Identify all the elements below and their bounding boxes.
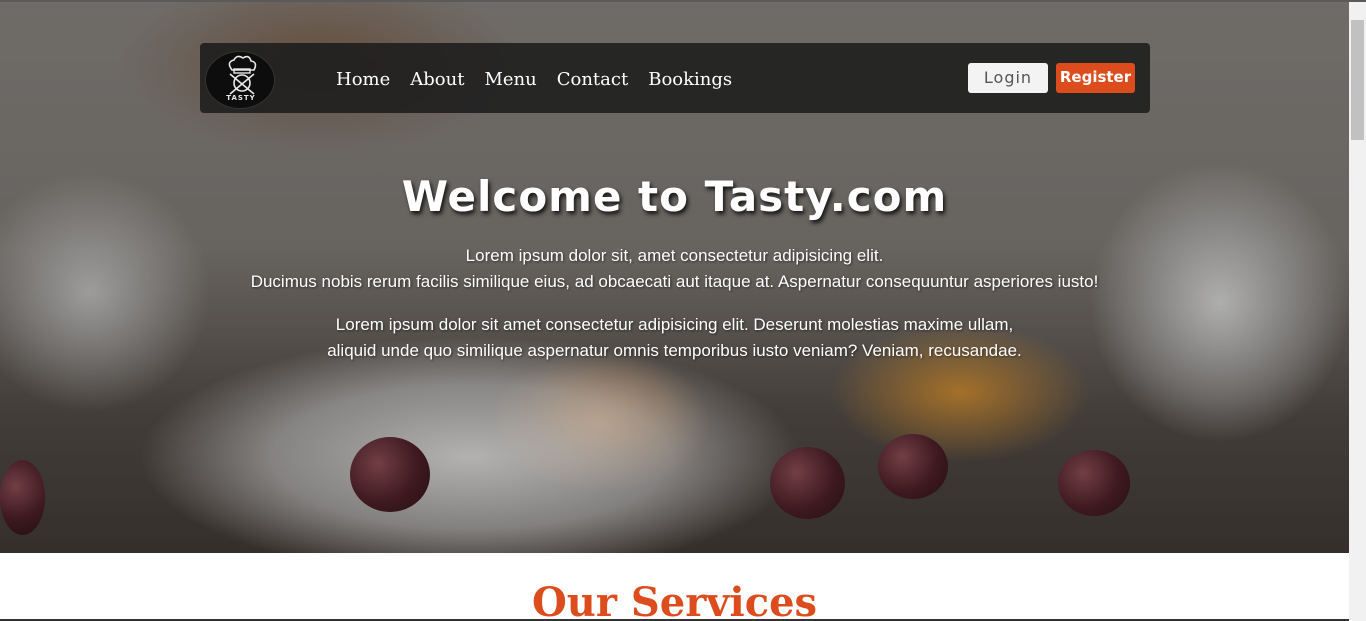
hero-paragraph-1-line-1: Lorem ipsum dolor sit, amet consectetur … [465, 246, 884, 265]
scrollbar-thumb[interactable] [1351, 20, 1364, 140]
hero-paragraph-1-line-2: Ducimus nobis rerum facilis similique ei… [250, 272, 1099, 291]
brand-logo[interactable]: TASTY [205, 51, 275, 109]
hero-paragraph-1: Lorem ipsum dolor sit, amet consectetur … [0, 243, 1349, 295]
hero-paragraph-2-line-2: aliquid unde quo similique aspernatur om… [327, 341, 1022, 360]
nav-link-contact[interactable]: Contact [557, 69, 628, 91]
hero-paragraph-2-line-1: Lorem ipsum dolor sit amet consectetur a… [335, 315, 1014, 334]
logo-text: TASTY [226, 94, 256, 102]
hero-paragraph-2: Lorem ipsum dolor sit amet consectetur a… [0, 312, 1349, 364]
nav-link-about[interactable]: About [410, 69, 464, 91]
hero-title: Welcome to Tasty.com [401, 172, 948, 221]
nav-link-menu[interactable]: Menu [484, 69, 536, 91]
navbar: TASTY Home About Menu Contact Bookings L… [200, 43, 1150, 113]
services-title: Our Services [531, 579, 818, 621]
login-button[interactable]: Login [968, 63, 1048, 93]
nav-links: Home About Menu Contact Bookings [336, 69, 752, 91]
nav-link-home[interactable]: Home [336, 69, 390, 91]
nav-link-bookings[interactable]: Bookings [648, 69, 732, 91]
register-button[interactable]: Register [1056, 63, 1135, 93]
